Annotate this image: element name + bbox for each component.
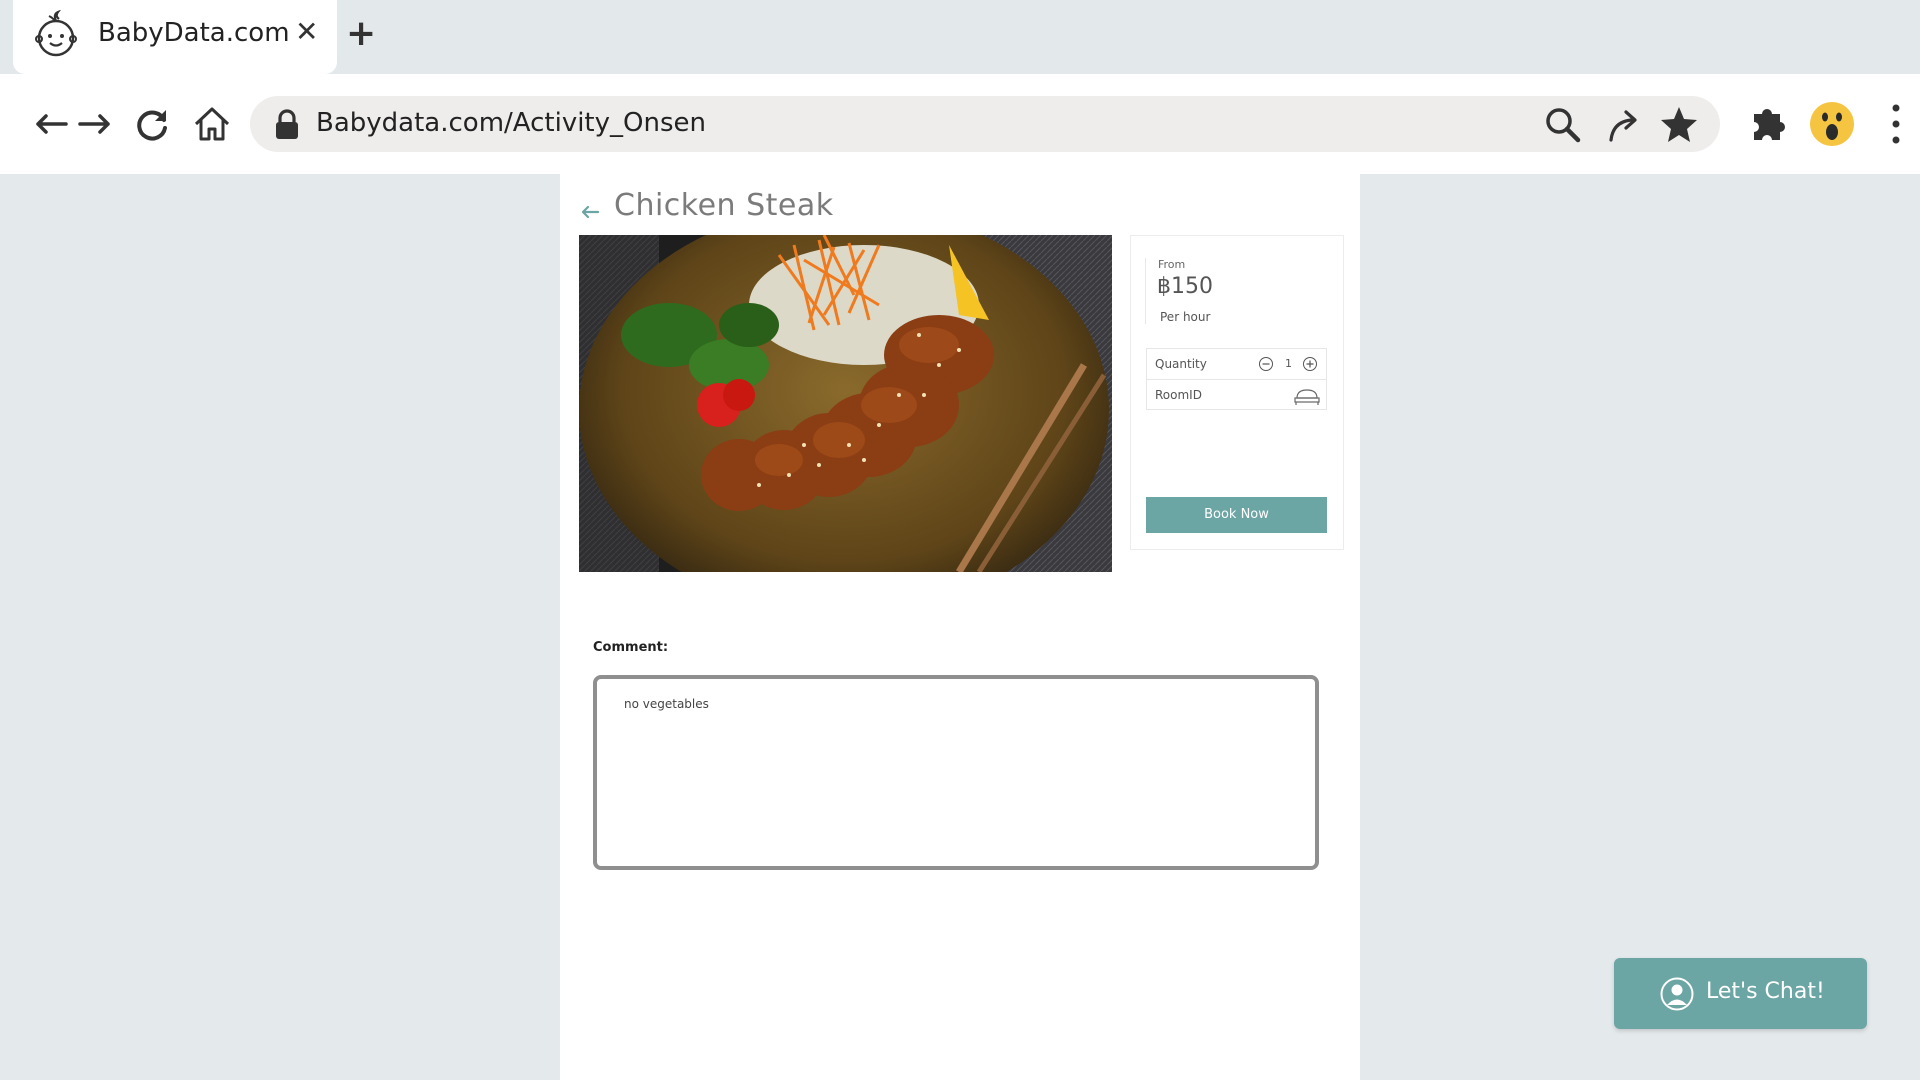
quantity-value: 1 xyxy=(1285,357,1292,370)
url-text[interactable]: Babydata.com/Activity_Onsen xyxy=(316,108,706,138)
comment-textarea[interactable]: no vegetables xyxy=(593,675,1319,870)
minus-circle-icon[interactable] xyxy=(1258,356,1274,372)
chat-button[interactable]: Let's Chat! xyxy=(1614,958,1867,1029)
search-icon[interactable] xyxy=(1542,104,1584,146)
booking-options: Quantity 1 RoomID xyxy=(1146,348,1327,410)
comment-label: Comment: xyxy=(593,640,669,655)
baby-face-icon xyxy=(35,10,77,57)
bed-icon xyxy=(1294,389,1320,405)
close-tab-icon[interactable]: ✕ xyxy=(295,18,318,46)
booking-panel: From ฿150 Per hour Quantity 1 RoomID Boo… xyxy=(1130,235,1344,550)
home-icon[interactable] xyxy=(186,98,238,150)
back-arrow-icon[interactable] xyxy=(578,198,602,222)
reload-icon[interactable] xyxy=(126,98,178,150)
forward-arrow-icon[interactable] xyxy=(68,98,120,150)
food-image xyxy=(579,235,1112,572)
tab-title: BabyData.com xyxy=(98,18,290,48)
price-divider xyxy=(1145,258,1146,324)
page-title: Chicken Steak xyxy=(614,188,834,223)
plus-circle-icon[interactable] xyxy=(1302,356,1318,372)
menu-kebab-icon[interactable] xyxy=(1870,98,1920,150)
new-tab-button[interactable]: + xyxy=(346,16,376,52)
from-label: From xyxy=(1158,258,1186,271)
browser-tab[interactable]: BabyData.com ✕ xyxy=(13,0,337,74)
address-bar[interactable]: Babydata.com/Activity_Onsen xyxy=(250,96,1720,152)
share-icon[interactable] xyxy=(1603,104,1645,146)
activity-page: Chicken Steak From ฿150 Per hour Quantit… xyxy=(560,174,1360,1080)
chat-label: Let's Chat! xyxy=(1706,979,1825,1004)
book-now-button[interactable]: Book Now xyxy=(1146,497,1327,533)
lock-icon xyxy=(276,109,298,139)
quantity-row: Quantity 1 xyxy=(1147,349,1326,380)
per-hour-label: Per hour xyxy=(1160,310,1211,324)
user-avatar-icon xyxy=(1660,977,1694,1011)
browser-toolbar: Babydata.com/Activity_Onsen xyxy=(0,74,1920,174)
room-row[interactable]: RoomID xyxy=(1147,380,1326,411)
room-label: RoomID xyxy=(1155,388,1202,402)
extensions-puzzle-icon[interactable] xyxy=(1742,98,1794,150)
profile-avatar-icon[interactable] xyxy=(1806,98,1858,150)
quantity-label: Quantity xyxy=(1155,357,1207,371)
price-value: ฿150 xyxy=(1157,274,1213,299)
star-icon[interactable] xyxy=(1658,104,1700,146)
tab-strip: BabyData.com ✕ + xyxy=(0,0,1920,74)
